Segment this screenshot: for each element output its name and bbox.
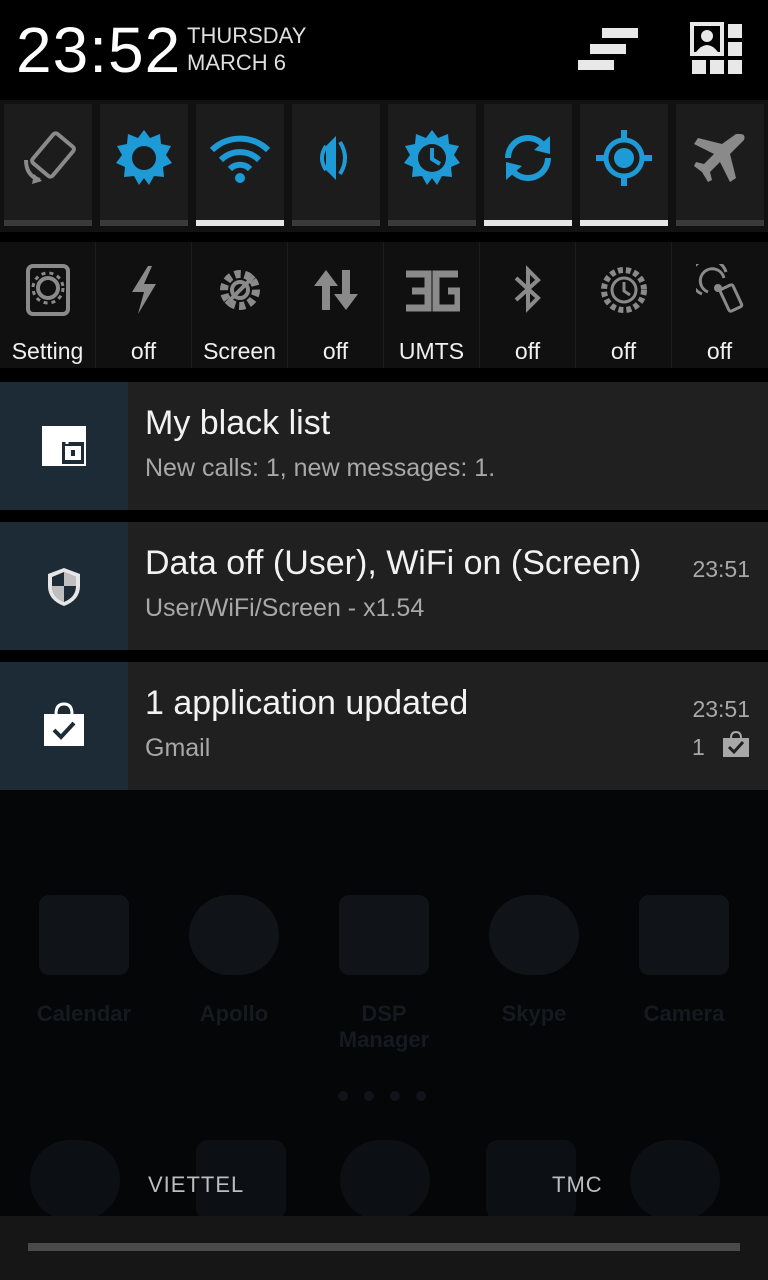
notification-time: 23:51 xyxy=(692,556,750,582)
quick-settings-button[interactable] xyxy=(690,22,744,76)
auto-rotate-icon xyxy=(24,131,76,184)
app-dsp-manager: DSP Manager xyxy=(324,895,444,1053)
3g-icon xyxy=(406,270,460,312)
toggle-sync[interactable] xyxy=(484,104,572,226)
power-toggles-row xyxy=(0,100,768,232)
toggle-indicator xyxy=(580,220,668,226)
toggle-label: off xyxy=(322,338,349,364)
toggle-screen[interactable]: Screen xyxy=(192,242,287,368)
toggle-bluetooth[interactable]: off xyxy=(480,242,575,368)
day-of-week: THURSDAY xyxy=(187,23,307,48)
toggle-label: Screen xyxy=(203,338,276,364)
toggle-sound[interactable] xyxy=(292,104,380,226)
toggle-wifi[interactable] xyxy=(196,104,284,226)
sync-icon xyxy=(505,135,551,181)
airplane-icon xyxy=(694,134,745,182)
drag-handle[interactable] xyxy=(28,1243,740,1251)
toggle-brightness[interactable] xyxy=(100,104,188,226)
notification-app-updated[interactable]: 1 application updated Gmail 23:51 1 xyxy=(0,662,768,790)
toggle-label: off xyxy=(514,338,541,364)
timer-icon xyxy=(601,267,647,313)
carrier-label-sim1: VIETTEL xyxy=(148,1172,245,1197)
dock-phone-icon xyxy=(30,1140,120,1220)
wifi-icon xyxy=(210,135,270,183)
notification-title: Data off (User), WiFi on (Screen) xyxy=(145,544,642,582)
date: MARCH 6 xyxy=(187,50,287,75)
app-label: Skype xyxy=(501,1001,567,1026)
notification-data-wifi[interactable]: Data off (User), WiFi on (Screen) User/W… xyxy=(0,522,768,650)
flashlight-icon xyxy=(132,266,156,314)
notification-title: My black list xyxy=(145,404,331,442)
notification-header: 23:52 THURSDAY MARCH 6 xyxy=(0,0,768,100)
toggle-label: off xyxy=(706,338,733,364)
notification-black-list[interactable]: My black list New calls: 1, new messages… xyxy=(0,382,768,510)
screen-gear-icon xyxy=(220,270,260,310)
profile-grid-icon xyxy=(690,22,742,74)
notification-time: 23:51 xyxy=(692,696,750,722)
notification-icon-box xyxy=(0,522,128,650)
toggle-flashlight[interactable]: off xyxy=(96,242,191,368)
toggle-indicator xyxy=(484,220,572,226)
toggle-nfc[interactable]: off xyxy=(672,242,767,368)
toggle-timer[interactable]: off xyxy=(576,242,671,368)
notification-count: 1 xyxy=(692,734,705,760)
toggle-location[interactable] xyxy=(580,104,668,226)
app-camera: Camera xyxy=(634,895,734,1027)
notification-title: 1 application updated xyxy=(145,684,469,722)
toggle-label: Setting xyxy=(11,338,84,364)
play-store-bag-icon xyxy=(44,702,84,746)
notification-subtitle: New calls: 1, new messages: 1. xyxy=(145,454,496,482)
app-label: Apollo xyxy=(199,1001,269,1026)
dock-chrome-icon xyxy=(630,1140,720,1220)
toggle-label: off xyxy=(130,338,157,364)
sound-icon xyxy=(320,136,347,180)
toggle-label: UMTS xyxy=(398,338,465,364)
timeout-icon xyxy=(404,130,460,185)
toggle-label: off xyxy=(610,338,637,364)
toggle-indicator xyxy=(388,220,476,226)
toggle-indicator xyxy=(676,220,764,226)
app-label: Camera xyxy=(643,1001,725,1026)
clear-all-icon xyxy=(578,28,638,70)
brightness-icon xyxy=(116,130,172,185)
toggle-indicator xyxy=(100,220,188,226)
toggle-screen-timeout[interactable] xyxy=(388,104,476,226)
app-apollo: Apollo xyxy=(184,895,284,1027)
nfc-icon xyxy=(696,264,744,313)
shield-icon xyxy=(48,568,80,606)
toggle-indicator xyxy=(292,220,380,226)
app-skype: Skype xyxy=(484,895,584,1027)
unlock-icon xyxy=(42,426,86,466)
app-calendar: Calendar xyxy=(34,895,134,1027)
carrier-label-sim2: TMC xyxy=(552,1172,603,1197)
data-arrows-icon xyxy=(314,270,358,310)
toggle-mobile-data[interactable]: off xyxy=(288,242,383,368)
app-label: DSP Manager xyxy=(338,1001,430,1052)
location-icon xyxy=(596,130,652,186)
toggle-network-mode[interactable]: UMTS xyxy=(384,242,479,368)
dock-apps-icon xyxy=(340,1140,430,1220)
notification-icon-box xyxy=(0,662,128,790)
notification-subtitle: Gmail xyxy=(145,734,211,762)
app-label: Calendar xyxy=(36,1001,132,1026)
clear-notifications-button[interactable] xyxy=(576,26,640,74)
quick-toggles-row: Setting off Screen off UMTS off off off xyxy=(0,242,768,368)
notification-icon-box xyxy=(0,382,128,510)
bluetooth-icon xyxy=(514,265,541,313)
toggle-indicator xyxy=(196,220,284,226)
toggle-indicator xyxy=(4,220,92,226)
small-bag-icon xyxy=(723,730,749,757)
toggle-auto-rotate[interactable] xyxy=(4,104,92,226)
page-indicator xyxy=(330,1088,440,1108)
notification-subtitle: User/WiFi/Screen - x1.54 xyxy=(145,594,425,622)
clock: 23:52 xyxy=(16,14,182,86)
toggle-setting[interactable]: Setting xyxy=(0,242,95,368)
settings-icon xyxy=(26,264,70,316)
toggle-airplane[interactable] xyxy=(676,104,764,226)
